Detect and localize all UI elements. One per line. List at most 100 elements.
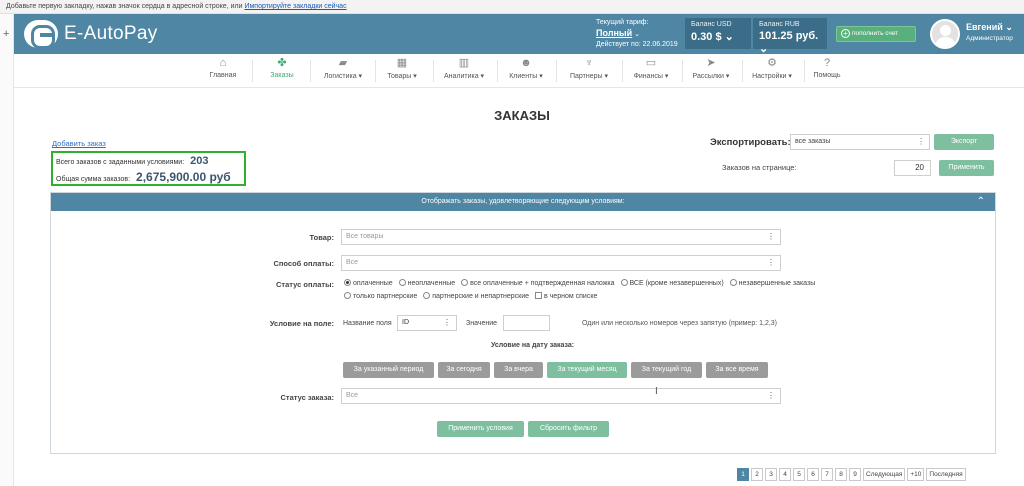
date-range-button[interactable]: За указанный период <box>343 362 434 378</box>
value-input[interactable] <box>503 315 550 331</box>
radio-incomplete[interactable]: незавершенные заказы <box>729 277 815 290</box>
field-name-label: Название поля <box>343 320 392 327</box>
tariff-label: Текущий тариф: <box>596 19 649 26</box>
radio-partner-only[interactable]: только партнерские <box>344 290 417 303</box>
nav-mailings[interactable]: ➤ Рассылки ▾ <box>686 57 736 80</box>
value-label: Значение <box>466 320 498 327</box>
order-status-label: Статус заказа: <box>280 393 334 402</box>
nav-help[interactable]: ? Помощь <box>810 57 844 79</box>
yesterday-button[interactable]: За вчера <box>494 362 543 378</box>
per-page-input[interactable]: 20 <box>894 160 931 176</box>
next-page-button[interactable]: Следующая <box>863 468 906 481</box>
page-1[interactable]: 1 <box>737 468 749 481</box>
balance-rub[interactable]: Баланс RUB 101.25 руб. ⌄ <box>753 18 827 55</box>
today-button[interactable]: За сегодня <box>438 362 490 378</box>
logo[interactable]: E-AutoPay <box>24 20 158 49</box>
radio-paid-plus-cod[interactable]: все оплаченные + подтвержденная наложка <box>461 277 615 290</box>
current-month-button[interactable]: За текущий месяц <box>547 362 627 378</box>
plus-icon[interactable]: + <box>3 28 9 40</box>
balance-usd[interactable]: Баланс USD 0.30 $ ⌄ <box>685 18 751 49</box>
page-6[interactable]: 6 <box>807 468 819 481</box>
dropdown-dots-icon: ⋮ <box>767 391 775 400</box>
current-year-button[interactable]: За текущий год <box>631 362 702 378</box>
nav-analytics[interactable]: ▥ Аналитика ▾ <box>439 57 489 80</box>
export-label: Экспортировать: <box>710 137 791 148</box>
orders-summary: Всего заказов с заданными условиями: 203 … <box>51 151 246 186</box>
per-page-apply-button[interactable]: Применить <box>939 160 994 176</box>
chevron-down-icon: ⌄ <box>1005 22 1013 32</box>
top-bar: E-AutoPay Текущий тариф: Полный ⌄ Действ… <box>14 14 1024 55</box>
total-orders-label: Всего заказов с заданными условиями: <box>56 159 185 166</box>
payment-status-label: Статус оплаты: <box>276 280 334 289</box>
field-name-select[interactable]: ID ⋮ <box>397 315 457 331</box>
nav-home[interactable]: ⌂ Главная <box>208 57 238 79</box>
avatar[interactable] <box>930 19 960 49</box>
user-role: Администратор <box>966 35 1013 42</box>
reset-filter-button[interactable]: Сбросить фильтр <box>528 421 609 437</box>
gear-icon: ⚙ <box>767 57 777 69</box>
radio-unpaid[interactable]: неоплаченные <box>398 277 455 290</box>
radio-all-except-incomplete[interactable]: ВСЕ (кроме незавершенных) <box>620 277 724 290</box>
products-icon: ▦ <box>396 57 408 69</box>
nav-clients[interactable]: ☻ Клиенты ▾ <box>504 57 548 80</box>
payment-status-options: оплаченные неоплаченные все оплаченные +… <box>344 277 844 303</box>
dropdown-dots-icon: ⋮ <box>917 137 925 146</box>
page-3[interactable]: 3 <box>765 468 777 481</box>
home-icon: ⌂ <box>219 57 227 69</box>
orders-icon: ✤ <box>277 57 287 69</box>
plus-circle-icon: + <box>841 29 850 38</box>
dropdown-dots-icon: ⋮ <box>767 258 775 267</box>
text-cursor-icon: I <box>655 386 658 397</box>
add-order-link[interactable]: Добавить заказ <box>52 139 106 148</box>
order-status-select[interactable]: Все ⋮ <box>341 388 781 404</box>
product-select[interactable]: Все товары ⋮ <box>341 229 781 245</box>
radio-partner-and-non[interactable]: партнерские и непартнерские <box>423 290 529 303</box>
user-menu[interactable]: Евгений ⌄ Администратор <box>966 22 1013 42</box>
export-button[interactable]: Экспорт <box>934 134 994 150</box>
browser-side-strip: + <box>0 14 14 486</box>
clients-icon: ☻ <box>520 57 532 69</box>
nav-partners[interactable]: ♆ Партнеры ▾ <box>563 57 615 80</box>
page-7[interactable]: 7 <box>821 468 833 481</box>
stepper-icon: ⋮ <box>443 318 451 327</box>
nav-finance[interactable]: ▭ Финансы ▾ <box>626 57 676 80</box>
balance-rub-value: 101.25 руб. <box>759 30 819 42</box>
payment-method-select[interactable]: Все ⋮ <box>341 255 781 271</box>
total-sum-label: Общая сумма заказов: <box>56 176 131 183</box>
page-8[interactable]: 8 <box>835 468 847 481</box>
nav-logistics[interactable]: ▰ Логистика ▾ <box>318 57 368 80</box>
field-hint: Один или несколько номеров через запятую… <box>582 320 778 327</box>
nav-settings[interactable]: ⚙ Настройки ▾ <box>746 57 798 80</box>
topup-button[interactable]: + пополнить счет <box>836 26 916 42</box>
topup-label: пополнить счет <box>852 30 899 37</box>
all-time-button[interactable]: За все время <box>706 362 768 378</box>
nav-products[interactable]: ▦ Товары ▾ <box>382 57 422 80</box>
radio-paid[interactable]: оплаченные <box>344 277 393 290</box>
chevron-up-icon[interactable]: ⌃ <box>977 193 985 211</box>
tariff-info: Текущий тариф: Полный ⌄ Действует по: 22… <box>596 18 678 50</box>
balance-usd-label: Баланс USD <box>691 21 732 28</box>
chevron-down-icon: ⌄ <box>724 31 734 43</box>
import-bookmarks-link[interactable]: Импортируйте закладки сейчас <box>244 3 346 10</box>
truck-icon: ▰ <box>338 57 348 69</box>
plus-10-pages-button[interactable]: +10 <box>907 468 925 481</box>
tariff-plan-link[interactable]: Полный <box>596 28 632 38</box>
page-2[interactable]: 2 <box>751 468 763 481</box>
page-4[interactable]: 4 <box>779 468 791 481</box>
balance-rub-label: Баланс RUB <box>759 21 800 28</box>
payment-method-label: Способ оплаты: <box>273 259 334 268</box>
handshake-icon: ♆ <box>584 57 594 69</box>
page-9[interactable]: 9 <box>849 468 861 481</box>
apply-conditions-button[interactable]: Применить условия <box>437 421 524 437</box>
export-select[interactable]: все заказы ⋮ <box>790 134 930 150</box>
filter-panel-header[interactable]: Отображать заказы, удовлетворяющие следу… <box>51 193 995 211</box>
page-5[interactable]: 5 <box>793 468 805 481</box>
blacklist-checkbox[interactable]: в черном списке <box>535 290 597 303</box>
dropdown-dots-icon: ⋮ <box>767 232 775 241</box>
logo-text: E-AutoPay <box>64 23 158 44</box>
last-page-button[interactable]: Последняя <box>926 468 966 481</box>
chevron-down-icon[interactable]: ⌄ <box>634 31 640 38</box>
tariff-valid: Действует по: 22.06.2019 <box>596 41 678 48</box>
help-icon: ? <box>823 57 831 69</box>
nav-orders[interactable]: ✤ Заказы <box>267 57 297 79</box>
